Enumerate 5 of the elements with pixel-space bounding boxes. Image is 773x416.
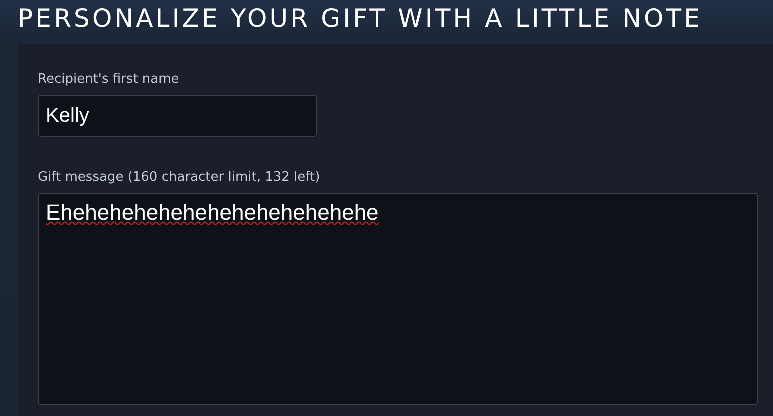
recipient-name-field[interactable]: Kelly	[38, 95, 317, 137]
gift-message-field[interactable]: Ehehehehehehehehehehehehehe	[38, 193, 758, 405]
page-heading: PERSONALIZE YOUR GIFT WITH A LITTLE NOTE	[17, 3, 704, 35]
field-label: Recipient's first name	[38, 72, 180, 88]
field-label: Gift message (160 character limit, 132 left)	[38, 170, 322, 186]
